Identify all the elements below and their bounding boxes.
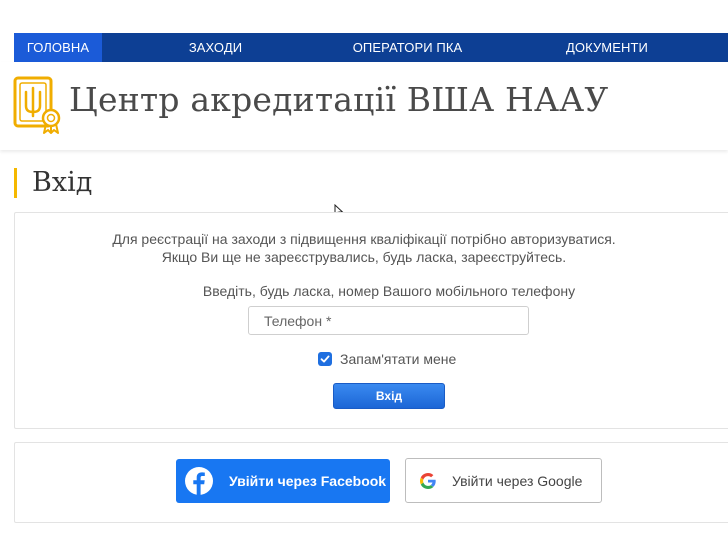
- google-login-button[interactable]: Увійти через Google: [405, 458, 602, 503]
- page-title: Вхід: [14, 168, 92, 198]
- remember-me-checkbox[interactable]: [318, 352, 332, 366]
- checkmark-icon: [320, 355, 330, 363]
- remember-me-toggle[interactable]: Запам'ятати мене: [318, 351, 456, 367]
- site-header: Центр акредитації ВША НААУ: [0, 62, 728, 150]
- intro-text-line-2: Якщо Ви ще не зареєструвались, будь ласк…: [161, 248, 567, 265]
- google-login-label: Увійти через Google: [452, 472, 583, 489]
- phone-input[interactable]: [248, 306, 529, 335]
- login-submit-button[interactable]: Вхід: [333, 383, 445, 409]
- intro-text-line-1: Для реєстрації на заходи з підвищення кв…: [112, 231, 616, 247]
- site-title[interactable]: Центр акредитації ВША НААУ: [69, 80, 608, 119]
- nav-item-operators[interactable]: ОПЕРАТОРИ ПКА: [329, 33, 486, 62]
- nav-item-events[interactable]: ЗАХОДИ: [102, 33, 329, 62]
- google-icon: [420, 472, 436, 489]
- nav-item-home[interactable]: ГОЛОВНА: [14, 33, 102, 62]
- facebook-icon: [185, 467, 213, 495]
- main-navigation: ГОЛОВНА ЗАХОДИ ОПЕРАТОРИ ПКА ДОКУМЕНТИ: [14, 33, 728, 62]
- phone-field-label: Введіть, будь ласка, номер Вашого мобіль…: [202, 283, 576, 299]
- login-intro: Для реєстрації на заходи з підвищення кв…: [0, 231, 728, 266]
- nav-item-documents[interactable]: ДОКУМЕНТИ: [486, 33, 728, 62]
- trident-certificate-icon[interactable]: [13, 76, 61, 134]
- remember-me-label: Запам'ятати мене: [340, 351, 457, 367]
- facebook-login-label: Увійти через Facebook: [229, 473, 387, 489]
- facebook-login-button[interactable]: Увійти через Facebook: [176, 459, 390, 503]
